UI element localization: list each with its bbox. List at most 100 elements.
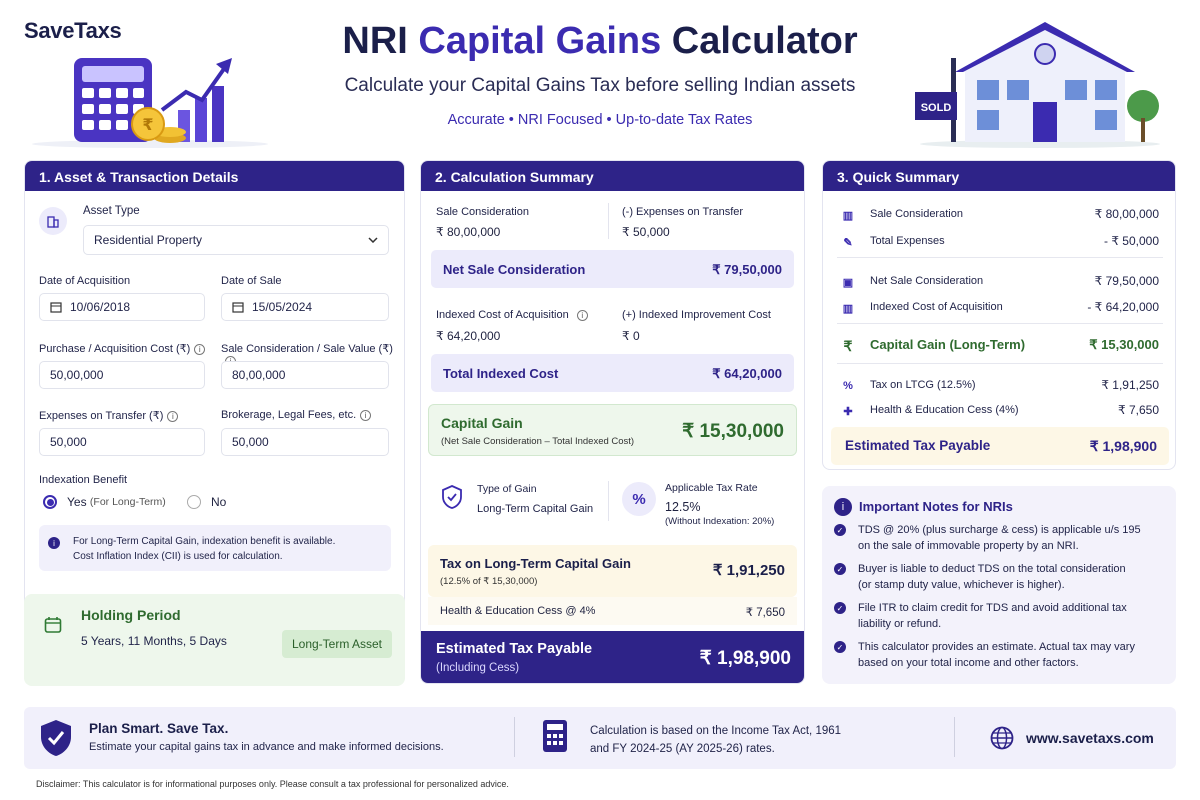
shield-icon — [439, 484, 465, 510]
net-sale-row: Net Sale Consideration ₹ 79,50,000 — [431, 250, 794, 288]
check-circle-icon: ✓ — [834, 524, 846, 536]
long-term-badge: Long-Term Asset — [282, 630, 392, 658]
payable-value: ₹ 1,98,900 — [699, 648, 791, 669]
sold-sign: SOLD — [921, 102, 952, 114]
tax-rate-label: Applicable Tax Rate — [665, 482, 758, 494]
ltcg-value: ₹ 1,91,250 — [712, 562, 785, 579]
divider — [608, 203, 609, 239]
note-line: TDS @ 20% (plus surcharge & cess) is app… — [858, 524, 1141, 536]
type-gain-value: Long-Term Capital Gain — [477, 503, 594, 515]
acq-date-field[interactable]: 10/06/2018 — [39, 293, 205, 321]
sale-date-field[interactable]: 15/05/2024 — [221, 293, 389, 321]
capital-gain-note: (Net Sale Consideration – Total Indexed … — [441, 436, 635, 447]
globe-icon — [990, 726, 1014, 750]
note-line: based on your total income and other fac… — [858, 657, 1079, 669]
quick-summary-value: - ₹ 50,000 — [1103, 234, 1159, 248]
quick-summary-label: Net Sale Consideration — [870, 275, 984, 287]
quick-summary-card: 3. Quick Summary ▥ Sale Consideration ₹ 80… — [822, 160, 1176, 470]
calculator-illustration: ₹ — [30, 52, 270, 148]
info-icon[interactable]: i — [167, 410, 179, 422]
rupee-icon: ₹ — [843, 337, 853, 354]
quick-summary-label: Health & Education Cess (4%) — [870, 404, 1019, 416]
quick-summary-value: ₹ 79,50,000 — [1094, 274, 1159, 288]
notes-title: Important Notes for NRIs — [859, 499, 1013, 514]
sale-consideration-value: ₹ 80,00,000 — [436, 225, 501, 239]
divider — [514, 717, 515, 757]
house-illustration: SOLD — [905, 18, 1175, 148]
quick-summary-value: ₹ 7,650 — [1118, 403, 1159, 417]
quick-summary-label: Capital Gain (Long-Term) — [870, 337, 1026, 352]
ltcg-tax-box: Tax on Long-Term Capital Gain (12.5% of … — [428, 545, 797, 597]
expenses-label: Expenses on Transfer (₹) i — [39, 409, 179, 422]
building-icon: ▥ — [842, 209, 854, 222]
check-circle-icon: ✓ — [834, 563, 846, 575]
plan-text: Estimate your capital gains tax in advan… — [89, 741, 444, 753]
info-icon[interactable]: i — [360, 409, 372, 421]
estimated-tax-banner: Estimated Tax Payable (Including Cess) ₹… — [421, 631, 804, 683]
brokerage-label: Brokerage, Legal Fees, etc. i — [221, 409, 372, 421]
indexation-yes-radio[interactable]: Yes (For Long-Term) — [43, 495, 166, 509]
divider — [954, 717, 955, 757]
note-line: This calculator provides an estimate. Ac… — [858, 641, 1135, 653]
quick-summary-label: Indexed Cost of Acquisition — [870, 301, 1003, 313]
asset-type-select[interactable]: Residential Property — [83, 225, 389, 255]
sale-date-label: Date of Sale — [221, 275, 282, 287]
quick-summary-value: ₹ 15,30,000 — [1089, 337, 1159, 352]
chart-icon: ▥ — [842, 302, 854, 315]
quick-summary-row: % Tax on LTCG (12.5%) ₹ 1,91,250 — [823, 377, 1175, 397]
quick-summary-row: ▣ Net Sale Consideration ₹ 79,50,000 — [823, 273, 1175, 293]
disclaimer: Disclaimer: This calculator is for infor… — [36, 779, 509, 789]
sale-value-input[interactable]: 80,00,000 — [221, 361, 389, 389]
quick-summary-label: Tax on LTCG (12.5%) — [870, 379, 976, 391]
tax-rate-value: 12.5% — [665, 500, 701, 514]
cess-row: Health & Education Cess @ 4% ₹ 7,650 — [428, 597, 797, 625]
quick-summary-row: ✚ Health & Education Cess (4%) ₹ 7,650 — [823, 402, 1175, 422]
info-line-1: For Long-Term Capital Gain, indexation b… — [73, 536, 336, 547]
purchase-cost-input[interactable]: 50,00,000 — [39, 361, 205, 389]
divider — [837, 257, 1163, 258]
calendar-icon — [44, 616, 62, 634]
purchase-cost-label: Purchase / Acquisition Cost (₹) i — [39, 342, 206, 355]
info-line-2: Cost Inflation Index (CII) is used for c… — [73, 551, 283, 562]
quick-summary-label: Sale Consideration — [870, 208, 963, 220]
divider — [837, 323, 1163, 324]
cess-label: Health & Education Cess @ 4% — [440, 605, 596, 617]
info-icon[interactable]: i — [194, 343, 206, 355]
quick-summary-value: ₹ 1,91,250 — [1101, 378, 1159, 392]
quick-payable-value: ₹ 1,98,900 — [1089, 438, 1157, 454]
note-line: on the sale of immovable property by an … — [858, 540, 1079, 552]
type-gain-label: Type of Gain — [477, 483, 537, 495]
note-line: liability or refund. — [858, 618, 942, 630]
total-indexed-value: ₹ 64,20,000 — [712, 366, 782, 381]
wallet-icon: ▣ — [842, 276, 854, 289]
expenses-input[interactable]: 50,000 — [39, 428, 205, 456]
chevron-down-icon — [368, 237, 378, 243]
calendar-icon — [232, 301, 244, 313]
sale-consideration-label: Sale Consideration — [436, 206, 529, 218]
pen-icon: ✎ — [843, 236, 853, 249]
quick-summary-row: ✎ Total Expenses - ₹ 50,000 — [823, 233, 1175, 253]
quick-payable-row: Estimated Tax Payable ₹ 1,98,900 — [831, 427, 1169, 465]
info-icon[interactable]: i — [576, 309, 588, 321]
quick-summary-value: ₹ 80,00,000 — [1094, 207, 1159, 221]
quick-summary-row: ₹ Capital Gain (Long-Term) ₹ 15,30,000 — [823, 337, 1175, 357]
note-item: ✓ File ITR to claim credit for TDS and av… — [834, 600, 1170, 636]
improvement-value: ₹ 0 — [622, 329, 640, 343]
divider — [608, 481, 609, 521]
brokerage-input[interactable]: 50,000 — [221, 428, 389, 456]
calendar-icon — [50, 301, 62, 313]
improvement-label: (+) Indexed Improvement Cost — [622, 309, 771, 321]
indexed-cost-value: ₹ 64,20,000 — [436, 329, 501, 343]
capital-gain-label: Capital Gain — [441, 415, 523, 431]
building-icon — [39, 207, 67, 235]
cess-value: ₹ 7,650 — [745, 607, 785, 619]
quick-summary-label: Total Expenses — [870, 235, 945, 247]
note-line: (or stamp duty value, whichever is highe… — [858, 579, 1065, 591]
note-item: ✓ Buyer is liable to deduct TDS on the to… — [834, 561, 1170, 597]
website-link[interactable]: www.savetaxs.com — [1026, 730, 1154, 746]
expenses-transfer-value: ₹ 50,000 — [622, 225, 670, 239]
indexation-no-radio[interactable]: No — [187, 495, 226, 509]
indexation-info-box: i For Long-Term Capital Gain, indexation… — [39, 525, 391, 571]
tax-rate-note: (Without Indexation: 20%) — [665, 516, 775, 527]
check-circle-icon: ✓ — [834, 602, 846, 614]
